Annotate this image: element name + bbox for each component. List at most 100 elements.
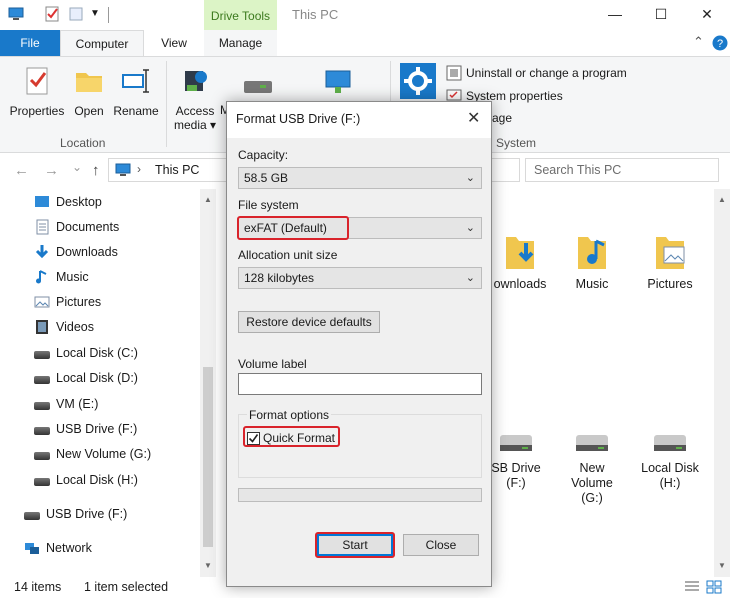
folder-downloads[interactable]: ownloads — [490, 233, 550, 292]
content-scrollbar[interactable]: ▲ ▼ — [714, 189, 730, 577]
drive-usb-f[interactable]: SB Drive (F:) — [490, 431, 542, 491]
nav-item-local-disk-h[interactable]: Local Disk (H:) — [34, 469, 138, 491]
properties-quick-icon[interactable] — [44, 6, 60, 22]
quick-access-dropdown-icon[interactable]: ▼ — [90, 6, 106, 22]
ribbon-tabs: File Computer View Manage ⌃ ? — [0, 30, 730, 56]
scroll-down-icon[interactable]: ▼ — [718, 561, 726, 570]
chevron-down-icon: ⌄ — [465, 172, 475, 184]
breadcrumb-separator: › — [137, 162, 141, 176]
open-folder-icon — [76, 73, 102, 92]
access-media-icon — [185, 71, 207, 91]
forward-button[interactable]: → — [44, 162, 59, 179]
content-pane: ownloads Music Pictures SB Drive (F:) Ne… — [490, 189, 730, 577]
system-group-label: System — [496, 136, 537, 150]
capacity-select[interactable]: 58.5 GB ⌄ — [238, 167, 482, 189]
volume-label-label: Volume label — [238, 357, 307, 371]
nav-item-documents[interactable]: Documents — [34, 216, 119, 238]
documents-icon — [36, 219, 49, 235]
computer-icon — [8, 7, 24, 20]
nav-item-local-disk-d[interactable]: Local Disk (D:) — [34, 367, 138, 389]
large-icons-view-icon[interactable] — [706, 580, 722, 594]
svg-text:?: ? — [717, 38, 723, 50]
folder-music[interactable]: Music — [562, 233, 622, 292]
nav-item-local-disk-c[interactable]: Local Disk (C:) — [34, 342, 138, 364]
rename-icon — [122, 69, 149, 93]
downloads-folder-icon — [506, 237, 534, 269]
back-button[interactable]: ← — [14, 162, 29, 179]
folder-pictures[interactable]: Pictures — [640, 233, 700, 292]
dialog-body: Capacity: 58.5 GB ⌄ File system exFAT (D… — [227, 138, 491, 586]
nav-item-desktop[interactable]: Desktop — [34, 191, 102, 213]
details-view-icon[interactable] — [684, 580, 700, 594]
manage-button[interactable]: age — [492, 111, 512, 125]
scrollbar-thumb[interactable] — [203, 367, 213, 547]
breadcrumb-this-pc[interactable]: This PC — [155, 163, 199, 177]
open-button[interactable]: Open — [70, 65, 108, 118]
drive-icon — [654, 435, 686, 451]
properties-icon — [26, 67, 48, 95]
drive-tools-contextual-tab: Drive Tools — [204, 0, 277, 30]
location-group-label: Location — [60, 136, 106, 150]
rename-button[interactable]: Rename — [112, 65, 160, 118]
nav-item-usb-root[interactable]: USB Drive (F:) — [24, 503, 127, 525]
pictures-icon — [34, 296, 50, 308]
up-button[interactable]: ↑ — [92, 162, 100, 179]
desktop-icon — [35, 196, 49, 207]
collapse-ribbon-icon[interactable]: ⌃ — [693, 34, 704, 50]
drive-icon — [34, 351, 50, 359]
maximize-button[interactable]: ☐ — [638, 0, 684, 30]
music-folder-icon — [578, 237, 606, 269]
access-media-button[interactable]: Access media ▾ — [172, 65, 218, 132]
close-window-button[interactable]: ✕ — [684, 0, 730, 30]
scroll-up-icon[interactable]: ▲ — [718, 195, 726, 204]
tab-manage[interactable]: Manage — [204, 30, 277, 56]
format-options-label: Format options — [247, 408, 332, 422]
settings-gear-icon[interactable] — [400, 63, 436, 99]
scroll-down-icon[interactable]: ▼ — [204, 561, 212, 570]
nav-item-new-volume-g[interactable]: New Volume (G:) — [34, 443, 151, 465]
dialog-close-icon[interactable]: ✕ — [467, 108, 480, 128]
nav-item-pictures[interactable]: Pictures — [34, 291, 101, 313]
minimize-button[interactable]: — — [592, 0, 638, 30]
nav-pane-scrollbar[interactable]: ▲ ▼ — [200, 189, 216, 577]
properties-button[interactable]: Properties — [6, 65, 68, 118]
drive-local-disk-h[interactable]: Local Disk (H:) — [636, 431, 704, 491]
dialog-title: Format USB Drive (F:) — [236, 112, 361, 126]
tab-file[interactable]: File — [0, 30, 60, 56]
drive-icon — [34, 452, 50, 460]
tab-computer[interactable]: Computer — [60, 30, 144, 56]
nav-item-music[interactable]: Music — [34, 266, 89, 288]
drive-new-volume-g[interactable]: New Volume (G:) — [562, 431, 622, 506]
network-icon — [25, 543, 39, 554]
allocation-unit-label: Allocation unit size — [238, 248, 338, 262]
nav-item-videos[interactable]: Videos — [34, 316, 94, 338]
capacity-label: Capacity: — [238, 148, 289, 162]
help-icon[interactable]: ? — [712, 35, 728, 51]
nav-item-vm-e[interactable]: VM (E:) — [34, 393, 98, 415]
toolbar-divider — [108, 7, 109, 23]
uninstall-icon — [446, 65, 462, 81]
nav-item-network[interactable]: Network — [24, 537, 92, 559]
highlight-start-button — [315, 532, 395, 558]
drive-icon — [576, 435, 608, 451]
downloads-icon — [35, 245, 49, 259]
restore-defaults-button[interactable]: Restore device defaults — [238, 311, 380, 333]
volume-label-input[interactable] — [238, 373, 482, 395]
uninstall-program-button[interactable]: Uninstall or change a program — [446, 65, 627, 81]
nav-item-downloads[interactable]: Downloads — [34, 241, 118, 263]
tab-view[interactable]: View — [144, 30, 204, 56]
item-count: 14 items — [14, 580, 62, 594]
this-pc-icon — [115, 163, 131, 176]
search-input[interactable]: Search This PC — [525, 158, 719, 182]
recent-locations-button[interactable]: ⌄ — [72, 160, 82, 174]
nav-item-usb-drive-f[interactable]: USB Drive (F:) — [34, 418, 137, 440]
videos-icon — [36, 320, 48, 334]
drive-icon — [34, 376, 50, 384]
close-button[interactable]: Close — [403, 534, 479, 556]
scroll-up-icon[interactable]: ▲ — [204, 195, 212, 204]
add-network-location-icon — [325, 70, 351, 93]
title-bar: ▼ Drive Tools This PC — ☐ ✕ — [0, 0, 730, 30]
drive-icon — [34, 478, 50, 486]
new-folder-quick-icon[interactable] — [68, 6, 84, 22]
allocation-unit-select[interactable]: 128 kilobytes ⌄ — [238, 267, 482, 289]
